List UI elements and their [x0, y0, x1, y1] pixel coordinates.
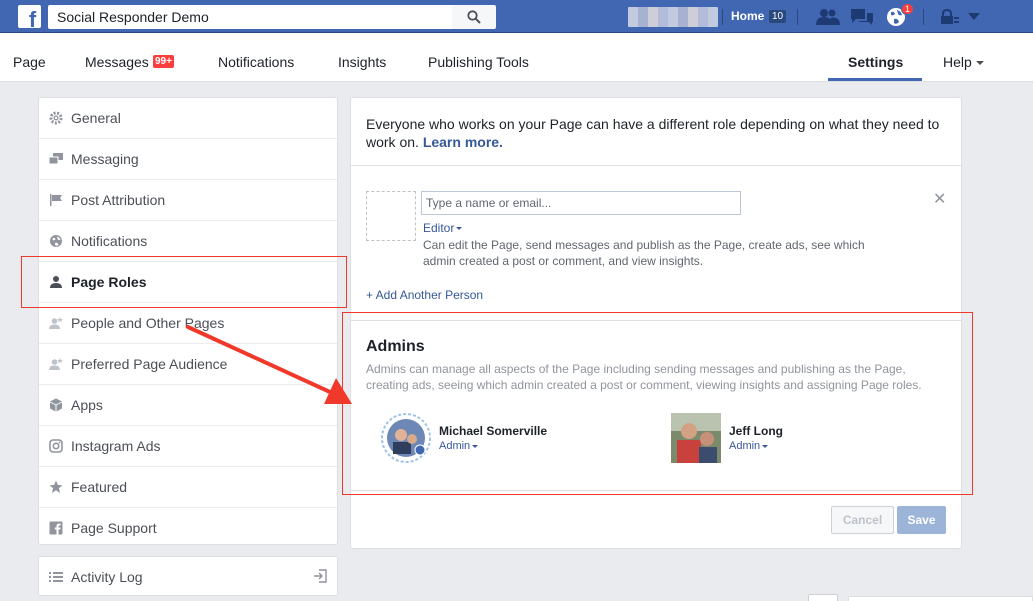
search-icon [467, 10, 481, 24]
profile-link[interactable] [628, 7, 718, 27]
page-nav-bar: Page Messages 99+ Notifications Insights… [0, 33, 1033, 82]
sidebar-item-label: People and Other Pages [71, 315, 225, 331]
divider [722, 9, 723, 25]
home-link[interactable]: Home [731, 9, 764, 23]
account-menu-chevron-down-icon[interactable] [962, 6, 986, 28]
avatar[interactable] [671, 413, 721, 463]
chevron-down-icon [975, 61, 984, 66]
close-icon[interactable]: ✕ [933, 189, 946, 209]
facebook-logo-icon[interactable]: f [18, 5, 41, 28]
tab-messages[interactable]: Messages [85, 54, 149, 70]
sidebar-item-post-attribution[interactable]: Post Attribution [39, 180, 337, 221]
admins-description: Admins can manage all aspects of the Pag… [366, 362, 922, 392]
sidebar-item-label: General [71, 110, 121, 126]
admins-section-title: Admins [366, 338, 425, 355]
person-icon [49, 275, 63, 289]
sidebar-item-page-support[interactable]: Page Support [39, 508, 337, 549]
chevron-down-icon [456, 227, 463, 231]
messages-icon[interactable] [850, 6, 874, 28]
people-star-icon [49, 357, 63, 371]
sidebar-item-label: Preferred Page Audience [71, 356, 228, 372]
open-external-icon[interactable] [313, 569, 327, 586]
tab-settings[interactable]: Settings [848, 54, 903, 70]
top-bar: f Social Responder Demo Home 10 1 [0, 0, 1033, 33]
sidebar-item-people-and-other-pages[interactable]: People and Other Pages [39, 303, 337, 344]
star-icon [49, 480, 63, 494]
admin-name[interactable]: Jeff Long [729, 424, 783, 438]
flag-icon [49, 193, 63, 207]
add-another-person-link[interactable]: + Add Another Person [366, 288, 483, 302]
sidebar-item-label: Messaging [71, 151, 139, 167]
settings-menu: General Messaging Post Attribution Notif… [38, 97, 338, 545]
sidebar-item-label: Activity Log [71, 569, 143, 585]
tab-publishing-tools[interactable]: Publishing Tools [428, 54, 529, 70]
admin-role-dropdown[interactable]: Admin [439, 440, 479, 452]
sidebar-item-notifications[interactable]: Notifications [39, 221, 337, 262]
page-roles-panel: Everyone who works on your Page can have… [350, 97, 962, 549]
admin-card: Jeff Long Admin [671, 413, 921, 463]
list-icon [49, 570, 63, 587]
sidebar-item-apps[interactable]: Apps [39, 385, 337, 426]
cancel-button[interactable]: Cancel [831, 506, 894, 534]
avatar[interactable] [381, 413, 431, 463]
divider [351, 320, 961, 321]
chat-tab-stub[interactable] [808, 594, 838, 601]
tab-help[interactable]: Help [943, 54, 984, 70]
role-dropdown-value: Editor [423, 221, 455, 235]
tab-notifications[interactable]: Notifications [218, 54, 294, 70]
gear-icon [49, 111, 63, 125]
sidebar-item-label: Post Attribution [71, 192, 166, 208]
sidebar-item-general[interactable]: General [39, 98, 337, 139]
chevron-down-icon [472, 444, 479, 448]
admin-name[interactable]: Michael Somerville [439, 424, 547, 438]
divider [351, 165, 961, 166]
divider [797, 9, 798, 25]
sidebar-item-label: Notifications [71, 233, 148, 249]
instagram-icon [49, 439, 63, 453]
messages-count-badge: 99+ [153, 55, 174, 68]
sidebar-item-activity-log[interactable]: Activity Log [38, 556, 338, 596]
active-tab-underline [828, 78, 922, 81]
name-or-email-input[interactable] [421, 191, 741, 215]
sidebar-item-preferred-page-audience[interactable]: Preferred Page Audience [39, 344, 337, 385]
divider [923, 9, 924, 25]
chat-bar-stub[interactable] [848, 596, 1033, 601]
admin-role-value: Admin [439, 440, 471, 452]
people-star-icon [49, 316, 63, 330]
sidebar-item-featured[interactable]: Featured [39, 467, 337, 508]
admin-role-value: Admin [729, 440, 761, 452]
role-dropdown[interactable]: Editor [423, 221, 463, 235]
privacy-shortcuts-icon[interactable] [938, 6, 962, 28]
search-button[interactable] [452, 5, 496, 29]
search-input[interactable]: Social Responder Demo [48, 5, 452, 29]
home-count-badge: 10 [769, 10, 787, 23]
sidebar-item-label: Apps [71, 397, 103, 413]
sidebar-item-label: Featured [71, 479, 128, 495]
globe-icon [49, 234, 63, 248]
admin-card: Michael Somerville Admin [381, 413, 631, 463]
sidebar-item-label: Page Roles [71, 274, 147, 290]
sidebar-item-label: Page Support [71, 520, 157, 536]
tab-page[interactable]: Page [13, 54, 46, 70]
learn-more-link[interactable]: Learn more. [423, 134, 503, 150]
tab-help-label: Help [943, 54, 972, 70]
chevron-down-icon [762, 444, 769, 448]
sidebar-item-page-roles[interactable]: Page Roles [39, 262, 337, 303]
page-roles-intro: Everyone who works on your Page can have… [366, 115, 946, 151]
admin-role-dropdown[interactable]: Admin [729, 440, 769, 452]
role-description: Can edit the Page, send messages and pub… [423, 238, 865, 268]
divider [351, 490, 961, 491]
sidebar-item-instagram-ads[interactable]: Instagram Ads [39, 426, 337, 467]
chat-icon [49, 152, 63, 166]
friend-requests-icon[interactable] [816, 6, 840, 28]
cube-icon [49, 398, 63, 412]
sidebar-item-messaging[interactable]: Messaging [39, 139, 337, 180]
sidebar-item-label: Instagram Ads [71, 438, 161, 454]
notification-count-badge: 1 [901, 3, 915, 15]
save-button[interactable]: Save [897, 506, 946, 534]
facebook-square-icon [49, 521, 63, 535]
tab-insights[interactable]: Insights [338, 54, 386, 70]
new-person-avatar-placeholder [366, 191, 416, 241]
